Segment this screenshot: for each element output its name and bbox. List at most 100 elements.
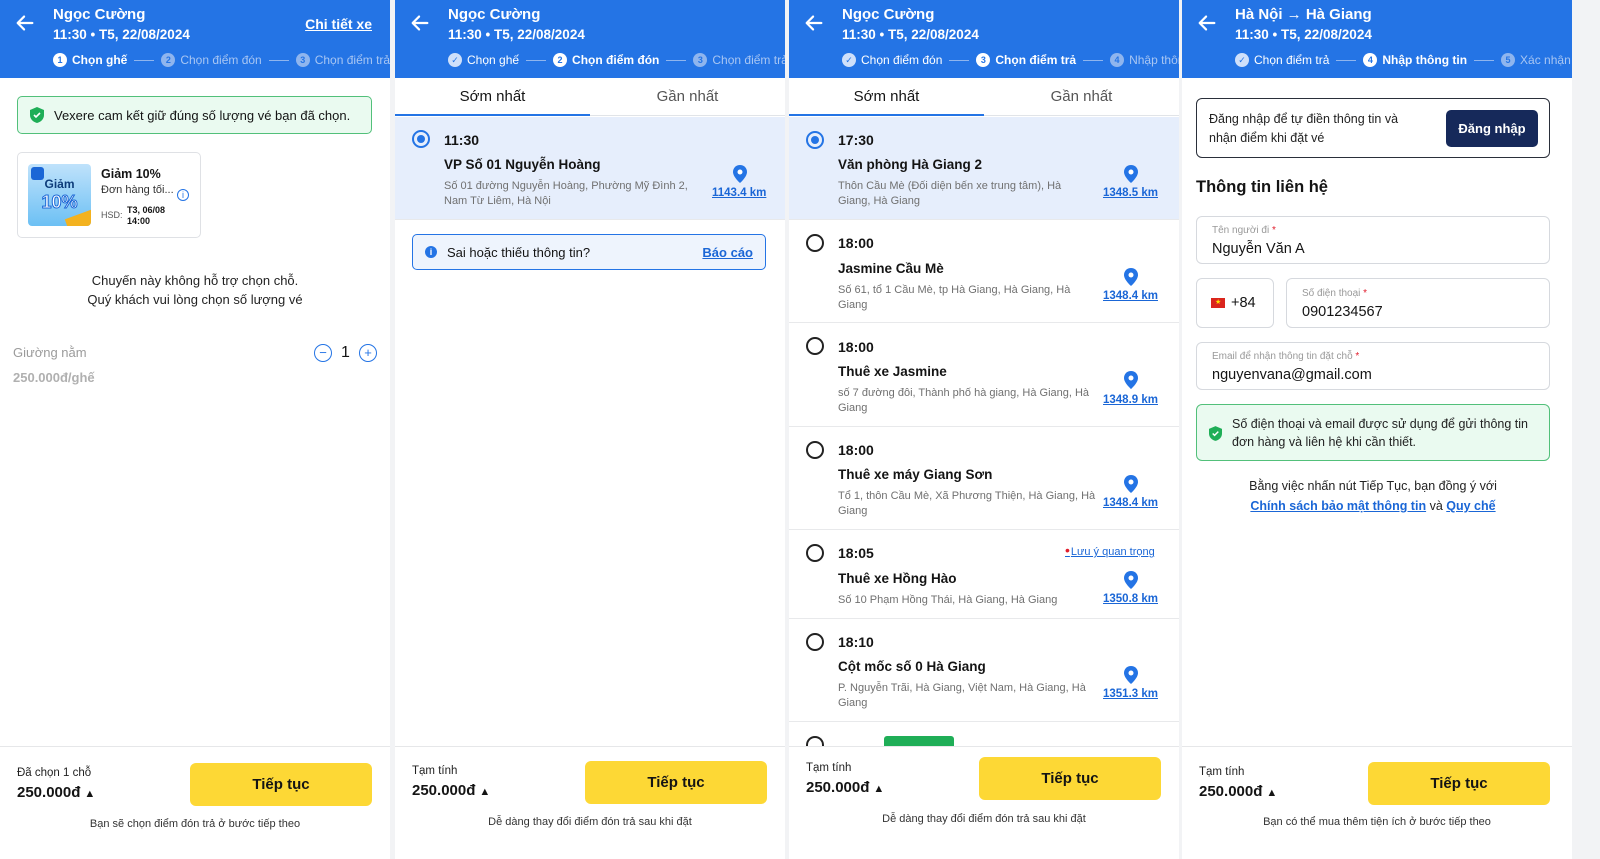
dropoff-selection-screen: Ngọc Cường 11:30 • T5, 22/08/2024 ✓ Chọn … bbox=[789, 0, 1179, 859]
report-banner: i Sai hoặc thiếu thông tin? Báo cáo bbox=[412, 234, 766, 270]
continue-button[interactable]: Tiếp tục bbox=[1368, 762, 1550, 805]
phone-field[interactable]: Số điện thoại * 0901234567 bbox=[1286, 278, 1550, 328]
back-arrow-icon[interactable] bbox=[1196, 12, 1218, 34]
step-pickup: 2 Chọn điểm đón bbox=[553, 53, 659, 67]
consent-text: Bằng việc nhấn nút Tiếp Tục, bạn đồng ý … bbox=[1249, 479, 1497, 513]
terms-link[interactable]: Quy chế bbox=[1446, 499, 1495, 513]
continue-button[interactable]: Tiếp tục bbox=[190, 763, 372, 806]
radio-selected[interactable] bbox=[412, 130, 430, 148]
footer: Tạm tính 250.000đ ▲ Tiếp tục Dễ dàng thay… bbox=[789, 746, 1179, 859]
step-dropoff: 3 Chọn điểm trả bbox=[295, 53, 390, 67]
check-icon: ✓ bbox=[842, 53, 856, 67]
report-link[interactable]: Báo cáo bbox=[702, 245, 753, 260]
location-pin-icon bbox=[1124, 571, 1138, 589]
privacy-policy-link[interactable]: Chính sách bảo mật thông tin bbox=[1250, 499, 1426, 513]
route-title: Hà Nội → Hà Giang bbox=[1235, 6, 1372, 23]
dropoff-point[interactable]: 18:10 Cột mốc số 0 Hà Giang P. Nguyễn Tr… bbox=[789, 619, 1179, 722]
price-summary[interactable]: 250.000đ ▲ bbox=[806, 779, 884, 796]
trip-time: 11:30 • T5, 22/08/2024 bbox=[842, 27, 979, 42]
radio-unselected[interactable] bbox=[806, 234, 824, 252]
step-choose-seat: 1 Chọn ghế bbox=[53, 53, 127, 67]
coupon-card[interactable]: Giảm 10% Giảm 10% Đơn hàng tối... i HSD:… bbox=[17, 152, 201, 238]
footer: Tạm tính 250.000đ ▲ Tiếp tục Dễ dàng thay… bbox=[395, 746, 785, 859]
operator-name: Ngọc Cường bbox=[842, 6, 935, 23]
country-code-select[interactable]: ★ +84 bbox=[1196, 278, 1274, 328]
section-title: Thông tin liên hệ bbox=[1196, 178, 1328, 196]
back-arrow-icon[interactable] bbox=[803, 12, 825, 34]
map-distance-link[interactable]: 1351.3 km bbox=[1103, 688, 1158, 700]
price-summary[interactable]: 250.000đ ▲ bbox=[412, 782, 490, 799]
important-note-link[interactable]: Lưu ý quan trọng bbox=[1065, 542, 1155, 558]
map-distance-link[interactable]: 1348.4 km bbox=[1103, 497, 1158, 509]
coupon-description: Đơn hàng tối... bbox=[101, 184, 174, 196]
trip-time: 11:30 • T5, 22/08/2024 bbox=[1235, 27, 1372, 42]
header: Ngọc Cường 11:30 • T5, 22/08/2024 Chi ti… bbox=[0, 0, 390, 78]
seat-type: Giường nằm bbox=[13, 345, 87, 360]
back-arrow-icon[interactable] bbox=[409, 12, 431, 34]
tab-earliest[interactable]: Sớm nhất bbox=[789, 78, 984, 116]
price-summary[interactable]: 250.000đ ▲ bbox=[1199, 783, 1277, 800]
header: Ngọc Cường 11:30 • T5, 22/08/2024 ✓ Chọn … bbox=[395, 0, 785, 78]
decrease-quantity-button[interactable]: − bbox=[314, 344, 332, 362]
chevron-up-icon: ▲ bbox=[84, 788, 96, 800]
progress-steps: ✓ Chọn ghế 2 Chọn điểm đón 3 Chọn điểm trả bbox=[448, 53, 785, 67]
operator-name: Ngọc Cường bbox=[53, 6, 146, 23]
increase-quantity-button[interactable]: + bbox=[359, 344, 377, 362]
step-pickup: 2 Chọn điểm đón bbox=[161, 53, 262, 67]
location-pin-icon bbox=[1124, 165, 1138, 183]
step-pickup: ✓ Chọn điểm đón bbox=[842, 53, 942, 67]
back-arrow-icon[interactable] bbox=[14, 12, 36, 34]
progress-steps: ✓Chọn điểm đón 3Chọn điểm trả 4Nhập thôn… bbox=[842, 53, 1179, 67]
continue-button[interactable]: Tiếp tục bbox=[585, 761, 767, 804]
vietnam-flag-icon: ★ bbox=[1211, 298, 1225, 308]
tab-nearest[interactable]: Gần nhất bbox=[590, 78, 785, 115]
map-distance-link[interactable]: 1348.4 km bbox=[1103, 290, 1158, 302]
step-dropoff: 3 Chọn điểm trả bbox=[976, 53, 1076, 67]
dropoff-point[interactable]: 18:05 Lưu ý quan trọng Thuê xe Hồng Hào … bbox=[789, 530, 1179, 619]
tab-earliest[interactable]: Sớm nhất bbox=[395, 78, 590, 116]
dropoff-point[interactable]: 18:00 Thuê xe Jasmine số 7 đường đôi, Th… bbox=[789, 323, 1179, 427]
pickup-selection-screen: Ngọc Cường 11:30 • T5, 22/08/2024 ✓ Chọn … bbox=[395, 0, 785, 859]
seat-selection-screen: Ngọc Cường 11:30 • T5, 22/08/2024 Chi ti… bbox=[0, 0, 390, 859]
trip-time: 11:30 • T5, 22/08/2024 bbox=[53, 27, 190, 42]
info-icon: i bbox=[425, 246, 437, 258]
step-dropoff: ✓ Chọn điểm trả bbox=[1235, 53, 1329, 67]
seat-price: 250.000đ/ghế bbox=[13, 370, 95, 385]
map-distance-link[interactable]: 1350.8 km bbox=[1103, 593, 1158, 605]
login-prompt: Đăng nhập để tự điền thông tin và nhận đ… bbox=[1196, 98, 1550, 158]
map-distance-link[interactable]: 1348.9 km bbox=[1103, 394, 1158, 406]
radio-selected[interactable] bbox=[806, 131, 824, 149]
radio-unselected[interactable] bbox=[806, 441, 824, 459]
radio-unselected[interactable] bbox=[806, 633, 824, 651]
check-icon: ✓ bbox=[1235, 53, 1249, 67]
check-icon: ✓ bbox=[448, 53, 462, 67]
quantity-value: 1 bbox=[341, 344, 350, 361]
step-info: 4Nhập thông bbox=[1110, 53, 1179, 67]
dropoff-point[interactable]: 18:00 Thuê xe máy Giang Sơn Tổ 1, thôn C… bbox=[789, 427, 1179, 530]
login-button[interactable]: Đăng nhập bbox=[1446, 110, 1538, 147]
email-field[interactable]: Email để nhận thông tin đặt chỗ * nguyen… bbox=[1196, 342, 1550, 390]
step-choose-seat: ✓ Chọn ghế bbox=[448, 53, 519, 67]
map-distance-link[interactable]: 1143.4 km bbox=[712, 187, 766, 199]
shield-check-icon bbox=[1209, 426, 1222, 441]
progress-steps: ✓ Chọn điểm trả 4 Nhập thông tin 5 Xác nhận… bbox=[1235, 53, 1572, 67]
location-pin-icon bbox=[733, 165, 747, 183]
info-icon[interactable]: i bbox=[177, 189, 189, 201]
price-summary[interactable]: 250.000đ ▲ bbox=[17, 784, 95, 801]
tab-nearest[interactable]: Gần nhất bbox=[984, 78, 1179, 115]
radio-unselected[interactable] bbox=[806, 337, 824, 355]
footer-hint: Dễ dàng thay đổi điểm đón trả sau khi đặ… bbox=[488, 816, 692, 828]
pickup-point[interactable]: 11:30 VP Số 01 Nguyễn Hoàng Số 01 đường … bbox=[395, 117, 785, 220]
radio-unselected[interactable] bbox=[806, 544, 824, 562]
dropoff-point[interactable]: 17:30 Văn phòng Hà Giang 2 Thôn Cầu Mè (… bbox=[789, 117, 1179, 220]
shield-check-icon bbox=[30, 107, 44, 123]
footer-hint: Bạn sẽ chọn điểm đón trả ở bước tiếp the… bbox=[89, 818, 301, 830]
map-distance-link[interactable]: 1348.5 km bbox=[1103, 187, 1158, 199]
coupon-badge: Giảm 10% bbox=[28, 164, 91, 226]
footer-hint: Dễ dàng thay đổi điểm đón trả sau khi đặ… bbox=[882, 813, 1086, 825]
sort-tabs: Sớm nhất Gần nhất bbox=[395, 78, 785, 116]
dropoff-point[interactable]: 18:00 Jasmine Cầu Mè Số 61, tổ 1 Cầu Mè,… bbox=[789, 220, 1179, 323]
passenger-name-field[interactable]: Tên người đi * Nguyễn Văn A bbox=[1196, 216, 1550, 264]
continue-button[interactable]: Tiếp tục bbox=[979, 757, 1161, 800]
bus-detail-link[interactable]: Chi tiết xe bbox=[305, 16, 372, 32]
